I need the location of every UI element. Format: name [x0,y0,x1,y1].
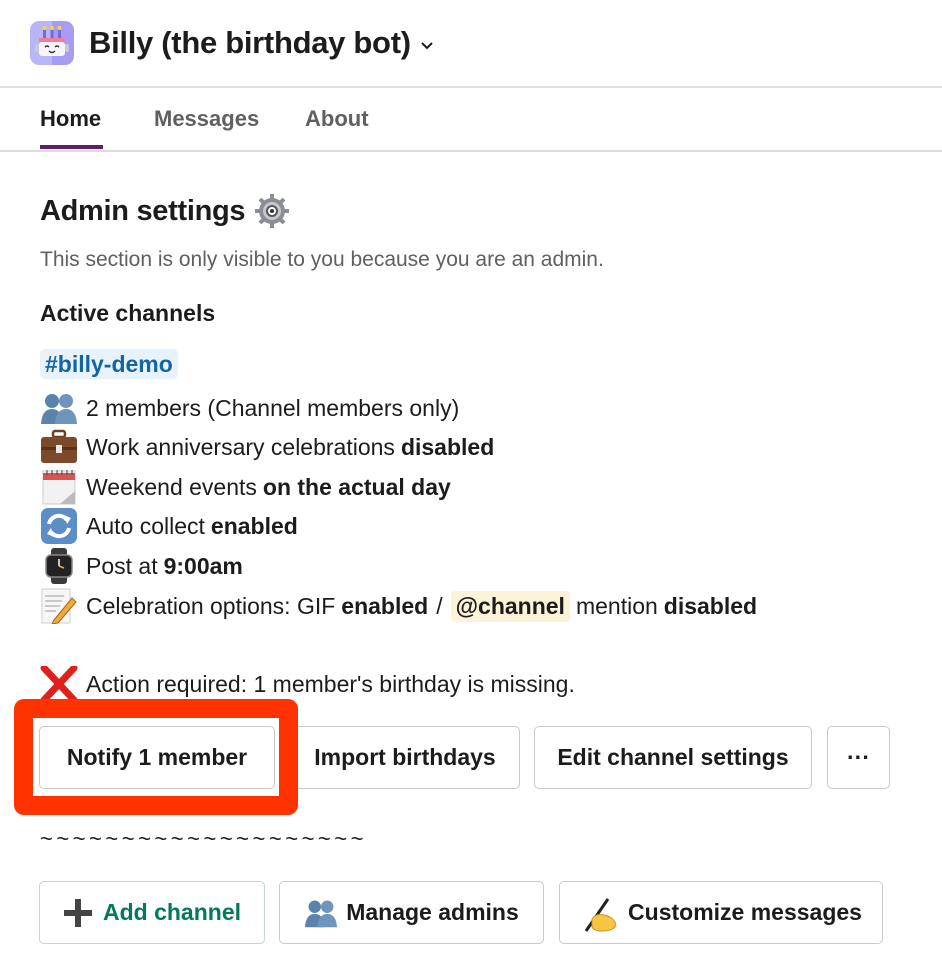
tilde-divider: ~~~~~~~~~~~~~~~~~~~~ [40,826,367,851]
birthday-cake-robot-icon [30,21,74,65]
post-time-value: 9:00am [163,552,243,579]
auto-collect-line: Auto collect enabled [40,508,298,544]
post-time-text: Post at [86,552,158,579]
admin-visibility-note: This section is only visible to you beca… [40,248,604,271]
chevron-down-icon[interactable] [419,37,435,53]
busts-icon [40,390,78,426]
celebration-options-text: Celebration options: GIF [86,592,336,619]
options-separator: / [436,592,443,619]
admin-settings-title: Admin settings [40,194,246,227]
mention-text: mention [575,592,658,619]
tab-bar: Home Messages About [0,88,942,152]
work-anniversary-line: Work anniversary celebrations disabled [40,429,494,465]
post-time-line: Post at 9:00am [40,548,243,584]
tab-about[interactable]: About [305,106,369,132]
add-channel-label: Add channel [102,899,241,925]
plus-icon [63,897,93,929]
tab-messages[interactable]: Messages [154,106,259,132]
highlight-annotation-box [14,699,298,815]
writing-hand-icon [580,897,620,932]
active-tab-indicator [40,145,103,149]
import-birthdays-button[interactable]: Import birthdays [290,726,520,789]
channel-mention-tag: @channel [450,590,570,622]
arrows-cycle-icon [40,508,78,544]
auto-collect-value: enabled [210,512,298,539]
briefcase-icon [40,429,78,465]
watch-icon [40,548,78,584]
admin-settings-heading: Admin settings [40,192,291,230]
red-x-icon [40,664,78,704]
edit-channel-settings-button[interactable]: Edit channel settings [534,726,812,789]
action-required-text: Action required: 1 member's birthday is … [86,670,575,697]
action-required-line: Action required: 1 member's birthday is … [40,664,575,704]
celebration-options-line: Celebration options: GIF enabled / @chan… [40,588,758,625]
active-channels-heading: Active channels [40,300,216,326]
mention-value: disabled [663,592,758,619]
manage-admins-label: Manage admins [346,899,519,925]
busts-icon [304,897,338,929]
weekend-events-value: on the actual day [262,473,451,500]
weekend-events-text: Weekend events [86,473,257,500]
customize-messages-label: Customize messages [628,899,862,925]
gif-value: enabled [341,592,429,619]
app-title[interactable]: Billy (the birthday bot) [89,25,411,61]
calendar-icon [40,469,78,505]
tab-home[interactable]: Home [40,106,101,132]
app-header: Billy (the birthday bot) [0,0,942,88]
more-options-button[interactable]: ··· [827,726,890,789]
work-anniversary-value: disabled [400,433,495,460]
auto-collect-text: Auto collect [86,512,205,539]
channel-link-wrapper: #billy-demo [40,349,178,379]
weekend-events-line: Weekend events on the actual day [40,469,451,505]
work-anniversary-text: Work anniversary celebrations [86,433,395,460]
add-channel-button[interactable]: Add channel [39,881,265,944]
customize-messages-button[interactable]: Customize messages [559,881,883,944]
channel-link[interactable]: #billy-demo [40,349,178,379]
channel-members-line: 2 members (Channel members only) [40,390,459,426]
manage-admins-button[interactable]: Manage admins [279,881,544,944]
channel-members-text: 2 members (Channel members only) [86,394,460,421]
gear-icon [253,192,291,230]
memo-pencil-icon [40,588,78,625]
